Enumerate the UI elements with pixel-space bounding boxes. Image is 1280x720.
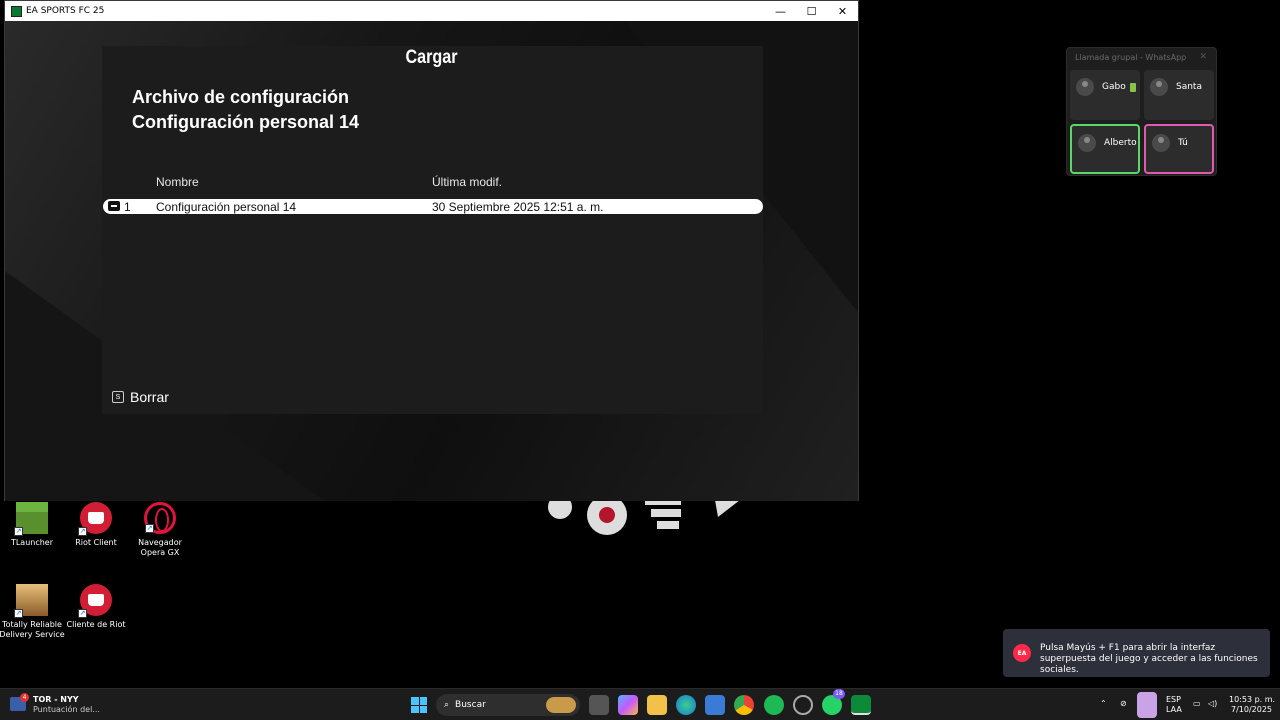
widget-subtitle: Puntuación del...: [33, 705, 100, 714]
participant-tile[interactable]: Alberto: [1070, 124, 1140, 174]
row-index: 1: [124, 199, 131, 214]
column-header-name: Nombre: [156, 175, 199, 189]
search-input[interactable]: ⌕ Buscar: [436, 694, 580, 716]
avatar: [1152, 134, 1170, 152]
desktop-icon-cliente-riot[interactable]: ↗ Cliente de Riot: [61, 584, 131, 630]
config-file-label: Archivo de configuración: [132, 87, 350, 107]
window-titlebar[interactable]: EA SPORTS FC 25 — ☐ ✕: [5, 1, 858, 21]
participant-tile[interactable]: Santa: [1144, 70, 1214, 120]
row-modified: 30 Septiembre 2025 12:51 a. m.: [432, 199, 604, 214]
desktop-icon-label: Cliente de Riot: [66, 620, 126, 629]
copilot-icon[interactable]: [618, 695, 638, 715]
s-key-icon: S: [112, 391, 124, 403]
trds-game-icon: ↗: [14, 584, 48, 618]
desktop-icon-label: Navegador Opera GX: [138, 538, 182, 557]
participant-name: Tú: [1178, 138, 1188, 148]
riot-client-icon: ↗: [78, 584, 112, 618]
whatsapp-icon[interactable]: 18: [822, 689, 845, 715]
participant-name: Santa: [1176, 82, 1202, 92]
wallpaper-graphic: [548, 495, 740, 535]
desktop-icon-tlauncher[interactable]: ↗ TLauncher: [0, 502, 67, 548]
display-icon[interactable]: ▭: [1193, 699, 1201, 709]
participant-name: Gabo: [1102, 82, 1126, 92]
app-window: EA SPORTS FC 25 — ☐ ✕ Cargar Archivo de …: [4, 0, 859, 501]
toast-text: Pulsa Mayús + F1 para abrir la interfaz …: [1040, 643, 1258, 675]
shortcut-arrow-icon: ↗: [145, 524, 154, 533]
ea-overlay-toast[interactable]: EA Pulsa Mayús + F1 para abrir la interf…: [1003, 629, 1270, 677]
ea-fc-taskbar-icon[interactable]: [851, 695, 871, 715]
spotify-icon[interactable]: [764, 695, 784, 715]
desktop-icon-riot-client[interactable]: ↗ Riot Client: [61, 502, 131, 548]
search-placeholder: Buscar: [455, 700, 486, 710]
shortcut-arrow-icon: ↗: [78, 609, 87, 618]
start-button[interactable]: [411, 697, 427, 713]
desktop-icon-label: TLauncher: [10, 538, 54, 547]
file-explorer-icon[interactable]: [647, 695, 667, 715]
shortcut-arrow-icon: ↗: [14, 527, 23, 536]
column-header-modified: Última modif.: [432, 175, 503, 189]
search-icon: ⌕: [444, 700, 450, 710]
ea-fc-app-icon: [11, 5, 22, 17]
opera-gx-icon: ↗: [144, 502, 176, 534]
search-highlight-icon: [546, 697, 576, 713]
sports-widget-icon[interactable]: 4: [10, 693, 29, 711]
row-name: Configuración personal 14: [156, 199, 297, 214]
ms-store-icon[interactable]: [705, 695, 725, 715]
window-title: EA SPORTS FC 25: [26, 6, 105, 16]
clock-date[interactable]: 7/10/2025: [1231, 705, 1272, 715]
ea-logo-icon: EA: [1013, 644, 1031, 662]
widget-title: TOR - NYY: [33, 695, 79, 704]
edge-icon[interactable]: [676, 695, 696, 715]
shortcut-arrow-icon: ↗: [14, 609, 23, 618]
desktop-icon-trds[interactable]: ↗ Totally Reliable Delivery Service: [0, 584, 67, 640]
widget-badge: 4: [20, 693, 29, 702]
keyboard-layout[interactable]: LAA: [1166, 705, 1182, 715]
call-window-title: Llamada grupal - WhatsApp: [1075, 53, 1187, 62]
delete-button[interactable]: S Borrar: [112, 389, 169, 405]
maximize-button[interactable]: ☐: [796, 1, 827, 21]
desktop-icon-label: Riot Client: [75, 538, 117, 547]
clock-time[interactable]: 10:53 p. m.: [1229, 695, 1275, 705]
minimize-button[interactable]: —: [765, 1, 796, 21]
desktop-icon-opera-gx[interactable]: ↗ Navegador Opera GX: [125, 502, 195, 558]
table-row[interactable]: 1 Configuración personal 14 30 Septiembr…: [103, 199, 763, 214]
whatsapp-call-window: Llamada grupal - WhatsApp ✕ Gabo Santa A…: [1066, 47, 1217, 176]
delete-label: Borrar: [130, 389, 169, 405]
config-file-name: Configuración personal 14: [132, 112, 360, 132]
microphone-icon[interactable]: [1137, 692, 1157, 718]
participant-tile[interactable]: Tú: [1144, 124, 1214, 174]
avatar: [1076, 78, 1094, 96]
emoji-icon: [1130, 83, 1136, 92]
steam-icon[interactable]: [793, 695, 813, 715]
avatar: [1078, 134, 1096, 152]
tray-overflow-icon[interactable]: ⌃: [1100, 699, 1107, 709]
enter-key-icon: [108, 201, 120, 211]
close-icon[interactable]: ✕: [1199, 52, 1207, 62]
volume-icon[interactable]: ◁): [1208, 699, 1217, 709]
tlauncher-icon: ↗: [14, 502, 48, 536]
close-button[interactable]: ✕: [827, 1, 858, 21]
config-heading: Archivo de configuración Configuración p…: [132, 85, 359, 135]
game-viewport: Cargar Archivo de configuración Configur…: [5, 21, 858, 501]
task-view-icon[interactable]: [589, 695, 609, 715]
panel-title: Cargar: [405, 47, 458, 68]
shortcut-arrow-icon: ↗: [78, 527, 87, 536]
taskbar: 4 TOR - NYY Puntuación del... ⌕ Buscar 1…: [0, 688, 1280, 720]
whatsapp-badge: 18: [833, 689, 845, 699]
chrome-icon[interactable]: [734, 695, 754, 715]
avatar: [1150, 78, 1168, 96]
language-indicator[interactable]: ESP: [1166, 695, 1181, 705]
participant-tile[interactable]: Gabo: [1070, 70, 1140, 120]
participant-name: Alberto: [1104, 138, 1137, 148]
desktop-icon-label: Totally Reliable Delivery Service: [0, 620, 65, 639]
riot-client-icon: ↗: [78, 502, 112, 536]
network-off-icon[interactable]: ⊘: [1120, 699, 1127, 709]
